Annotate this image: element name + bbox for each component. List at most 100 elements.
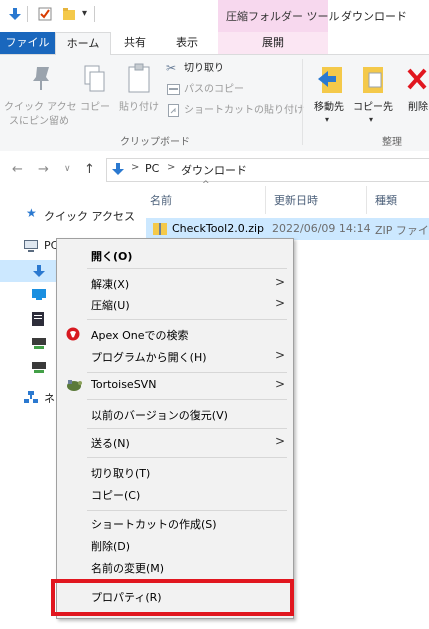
- paste-shortcut-button[interactable]: ショートカットの貼り付け: [166, 103, 306, 119]
- column-divider[interactable]: [366, 186, 367, 214]
- menu-item-apex-one-scan[interactable]: Apex Oneでの検索: [57, 323, 293, 345]
- menu-item-label: Apex Oneでの検索: [91, 329, 189, 342]
- network-drive-icon: [32, 338, 46, 349]
- move-to-button[interactable]: 移動先 ▾: [308, 59, 350, 131]
- paste-button[interactable]: 貼り付け: [116, 59, 162, 131]
- group-divider: [302, 59, 303, 145]
- address-bar: ← → ∨ ↑ > PC > ダウンロード: [0, 151, 429, 186]
- new-folder-icon[interactable]: [62, 7, 76, 21]
- nav-item-quick-access[interactable]: ★ クイック アクセス: [0, 204, 146, 226]
- menu-item-label: コピー(C): [91, 489, 141, 502]
- pin-label-line1: クイック アクセ: [4, 102, 77, 113]
- menu-item-create-shortcut[interactable]: ショートカットの作成(S): [57, 512, 293, 534]
- column-divider[interactable]: [265, 186, 266, 214]
- delete-button[interactable]: 削除: [398, 59, 429, 131]
- paste-label: 貼り付け: [119, 102, 159, 113]
- menu-item-label: 名前の変更(M): [91, 562, 165, 575]
- menu-item-label: 送る(N): [91, 437, 130, 450]
- copy-path-label: パスのコピー: [184, 84, 244, 95]
- menu-item-copy[interactable]: コピー(C): [57, 483, 293, 505]
- file-type: ZIP ファイル: [375, 224, 429, 237]
- move-to-icon: [318, 67, 342, 93]
- cut-label: 切り取り: [184, 63, 224, 74]
- menu-item-label: プログラムから開く(H): [91, 351, 207, 364]
- menu-item-label: ショートカットの作成(S): [91, 518, 217, 531]
- desktop-icon: [32, 289, 46, 300]
- copy-to-dropdown-icon: ▾: [369, 115, 374, 124]
- menu-item-label: 解凍(X): [91, 278, 130, 291]
- tab-home[interactable]: ホーム: [55, 32, 111, 56]
- table-row[interactable]: CheckTool2.0.zip 2022/06/09 14:14 ZIP ファ…: [146, 218, 429, 240]
- submenu-arrow-icon: >: [274, 348, 285, 362]
- menu-item-tortoisesvn[interactable]: TortoiseSVN >: [57, 374, 293, 396]
- star-icon: ★: [26, 206, 37, 220]
- title-bar: ▾ 圧縮フォルダー ツール ダウンロード: [0, 0, 429, 32]
- breadcrumb-separator[interactable]: >: [131, 162, 139, 173]
- submenu-arrow-icon: >: [274, 434, 285, 448]
- menu-item-delete[interactable]: 削除(D): [57, 534, 293, 556]
- menu-item-send-to[interactable]: 送る(N) >: [57, 431, 293, 453]
- menu-separator: [87, 457, 287, 458]
- address-box[interactable]: > PC > ダウンロード: [106, 158, 429, 182]
- submenu-arrow-icon: >: [274, 275, 285, 289]
- copy-icon: [84, 65, 105, 92]
- tab-manage[interactable]: 展開: [218, 32, 328, 54]
- column-header-modified[interactable]: 更新日時: [274, 192, 318, 208]
- pc-icon: [24, 240, 38, 252]
- menu-item-label: 以前のバージョンの復元(V): [91, 409, 228, 422]
- nav-label-quick-access: クイック アクセス: [44, 210, 135, 223]
- menu-item-extract[interactable]: 解凍(X) >: [57, 272, 293, 294]
- properties-check-icon[interactable]: [38, 7, 52, 21]
- pin-quick-access-button[interactable]: クイック アクセ スにピン留め: [4, 59, 77, 131]
- up-arrow-icon[interactable]: ↑: [84, 162, 95, 177]
- file-name: CheckTool2.0.zip: [172, 222, 265, 235]
- zip-file-icon: [153, 223, 167, 235]
- menu-item-open[interactable]: 開く(O): [57, 244, 293, 266]
- cut-button[interactable]: ✂ 切り取り: [166, 61, 246, 77]
- down-arrow-icon[interactable]: [8, 7, 22, 21]
- menu-separator: [87, 399, 287, 400]
- highlight-box: [51, 579, 294, 616]
- network-drive-icon: [32, 362, 46, 373]
- context-menu: 開く(O) 解凍(X) > 圧縮(U) > Apex Oneでの検索 プログラム…: [56, 238, 294, 619]
- paste-shortcut-icon: [168, 104, 179, 117]
- forward-arrow-icon[interactable]: →: [38, 162, 49, 177]
- menu-item-restore-previous[interactable]: 以前のバージョンの復元(V): [57, 403, 293, 425]
- breadcrumb-downloads[interactable]: ダウンロード: [181, 162, 247, 178]
- tab-file[interactable]: ファイル: [0, 32, 55, 54]
- downloads-icon: [33, 265, 45, 277]
- copy-path-button[interactable]: パスのコピー: [166, 82, 276, 98]
- copy-button[interactable]: コピー: [78, 59, 112, 131]
- organize-group-label: 整理: [382, 137, 402, 148]
- paste-shortcut-label: ショートカットの貼り付け: [184, 105, 304, 116]
- menu-item-open-with[interactable]: プログラムから開く(H) >: [57, 345, 293, 367]
- menu-separator: [87, 372, 287, 373]
- column-header-name[interactable]: 名前: [150, 192, 172, 208]
- breadcrumb-pc[interactable]: PC: [145, 162, 159, 175]
- menu-item-rename[interactable]: 名前の変更(M): [57, 556, 293, 578]
- menu-item-label: 圧縮(U): [91, 299, 130, 312]
- quick-access-dropdown-icon[interactable]: ▾: [82, 8, 87, 19]
- scissors-icon: ✂: [166, 61, 177, 75]
- copy-to-button[interactable]: コピー先 ▾: [352, 59, 394, 131]
- column-header-type[interactable]: 種類: [375, 192, 397, 208]
- recent-locations-icon[interactable]: ∨: [64, 164, 71, 174]
- breadcrumb-separator[interactable]: >: [167, 162, 175, 173]
- nav-label-network: ネ: [44, 392, 55, 405]
- menu-separator: [87, 510, 287, 511]
- downloads-icon: [112, 163, 124, 175]
- tab-view[interactable]: 表示: [165, 32, 209, 54]
- copy-to-label: コピー先: [353, 102, 393, 113]
- network-icon: [24, 391, 38, 403]
- move-to-label: 移動先: [314, 102, 344, 113]
- tab-share[interactable]: 共有: [113, 32, 157, 54]
- submenu-arrow-icon: >: [274, 296, 285, 310]
- back-arrow-icon[interactable]: ←: [12, 162, 23, 177]
- copy-path-icon: [167, 84, 180, 95]
- move-to-dropdown-icon: ▾: [325, 115, 330, 124]
- clipboard-group-label: クリップボード: [120, 137, 190, 148]
- menu-item-cut[interactable]: 切り取り(T): [57, 461, 293, 483]
- menu-item-compress[interactable]: 圧縮(U) >: [57, 293, 293, 315]
- contextual-tab-header: 圧縮フォルダー ツール: [218, 0, 340, 32]
- pin-icon: [33, 67, 49, 90]
